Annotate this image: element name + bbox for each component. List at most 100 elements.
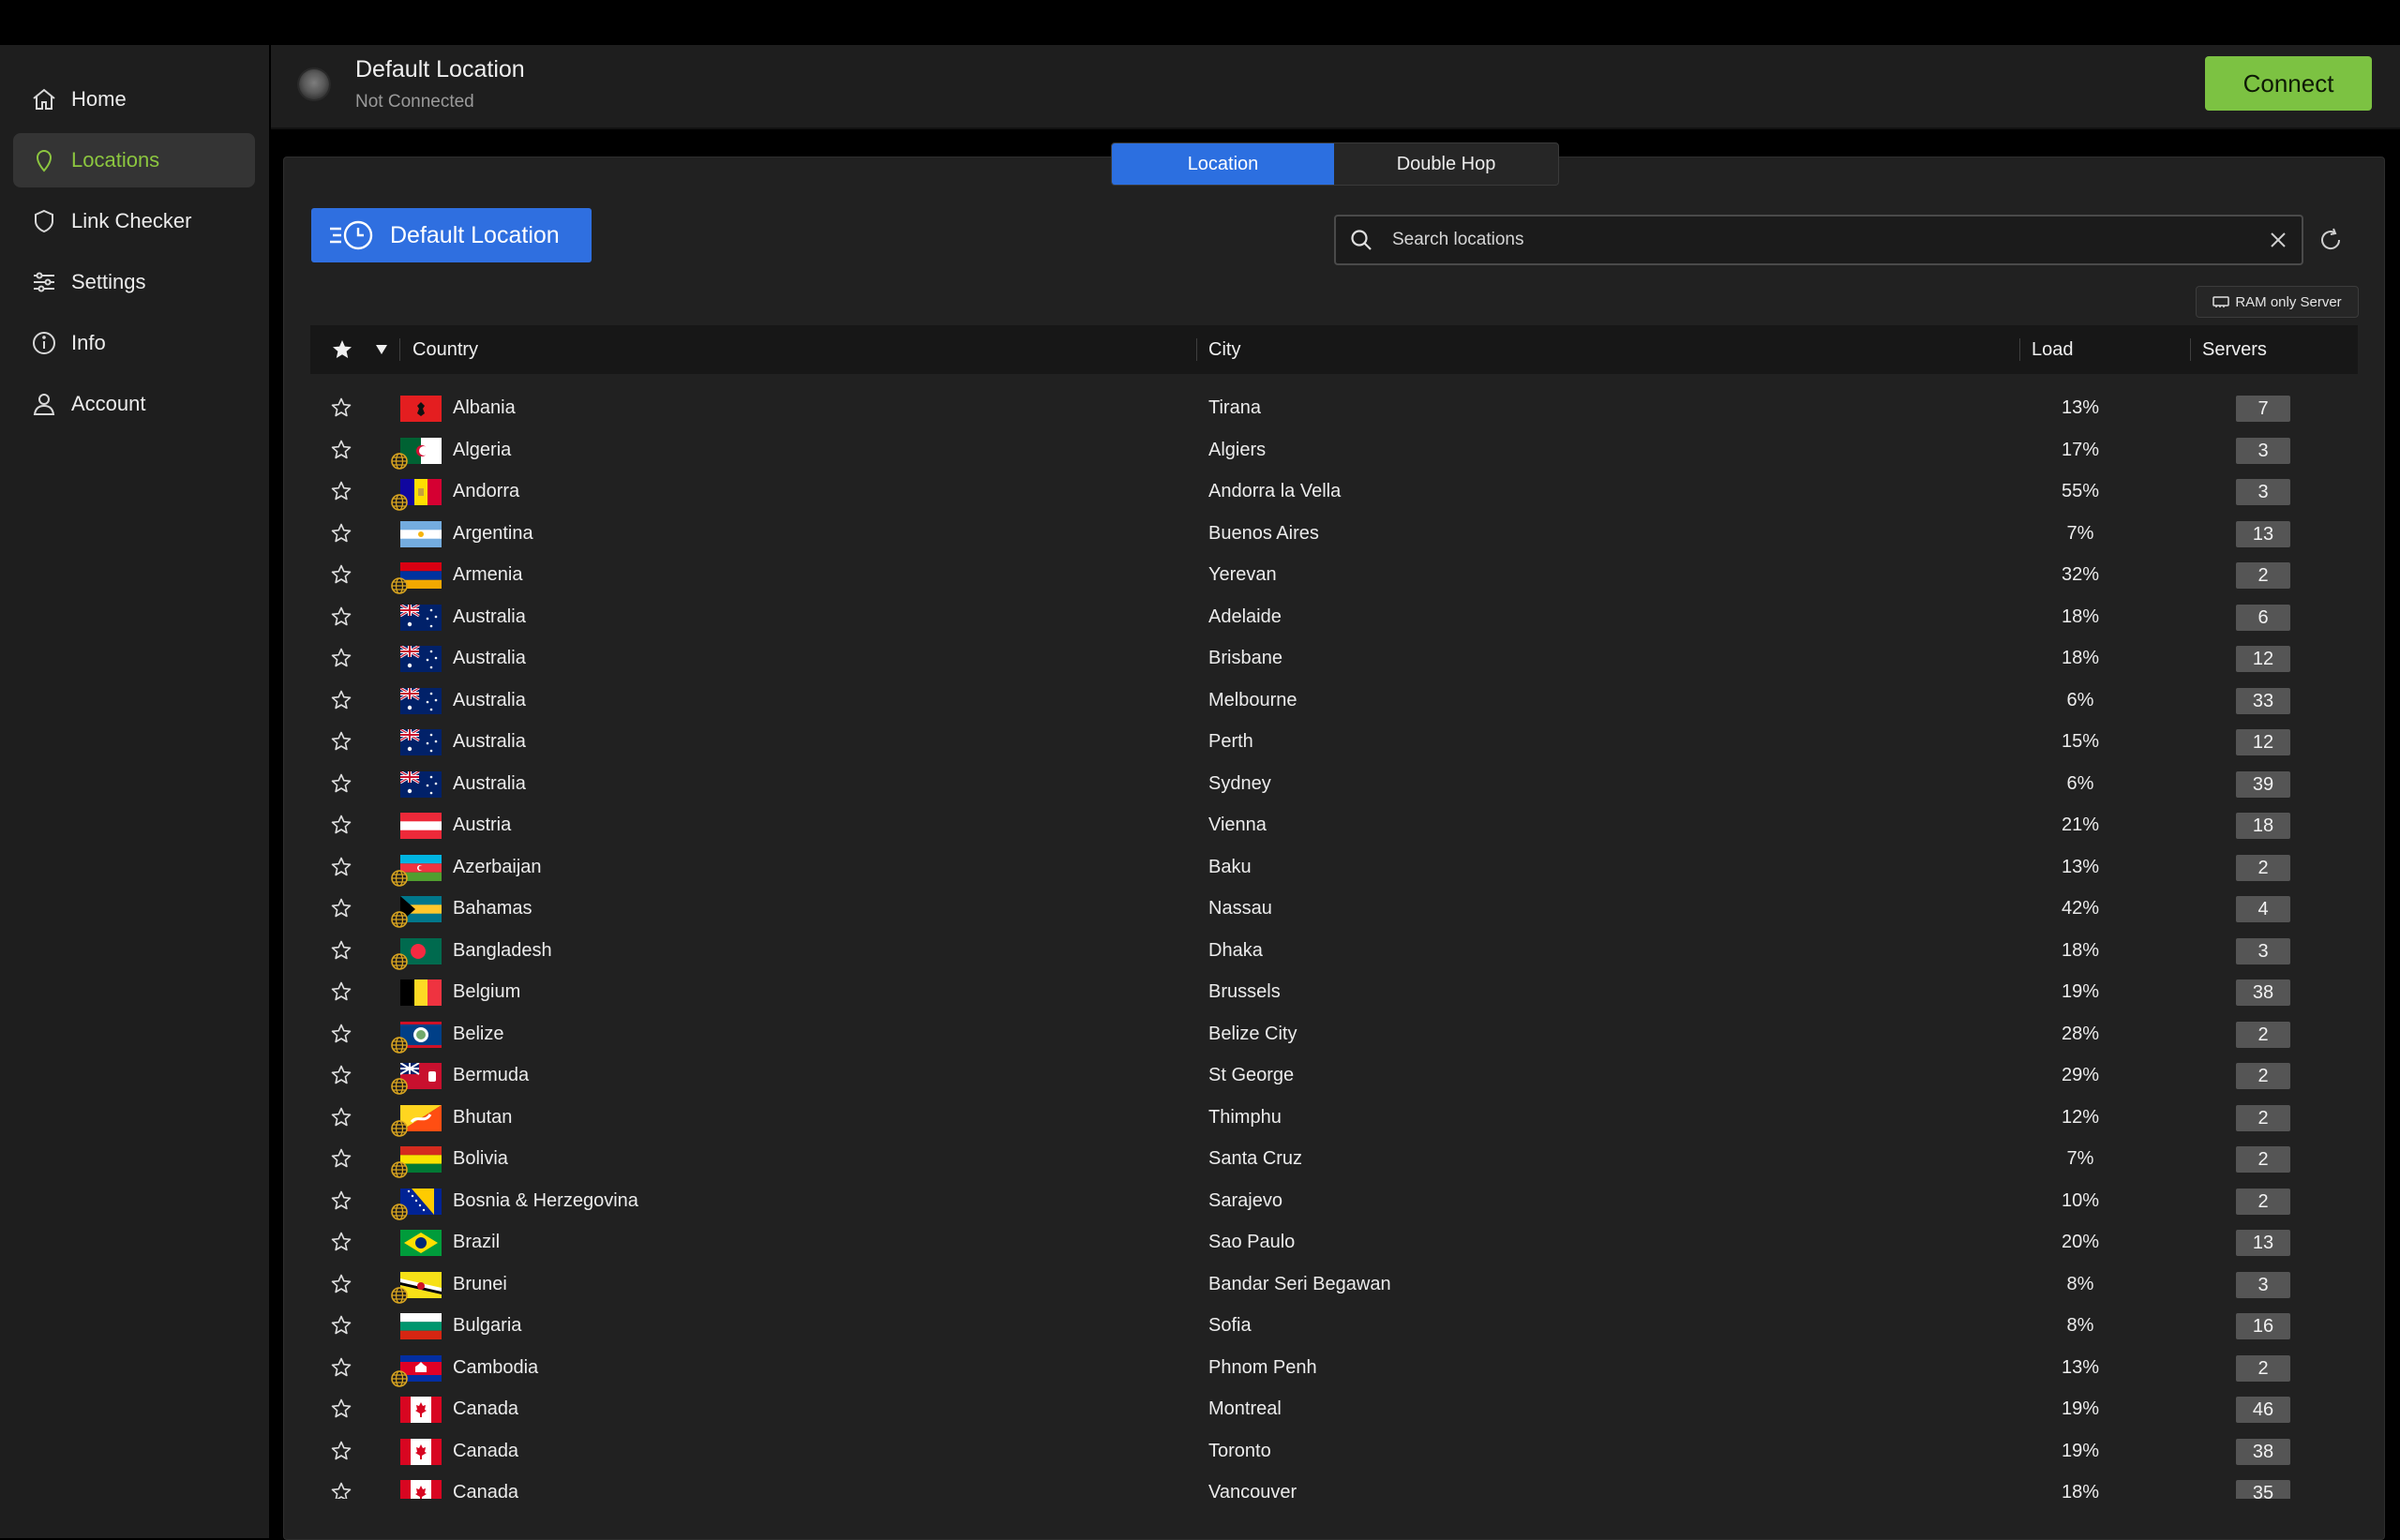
table-row[interactable]: Brunei Bandar Seri Begawan 8% 3 [310, 1263, 2358, 1305]
favorite-star-icon[interactable] [330, 814, 352, 836]
location-pin-icon [30, 146, 58, 174]
country-name: Canada [453, 1398, 519, 1419]
sidebar-item-info[interactable]: Info [13, 316, 255, 370]
clear-search-icon[interactable] [2268, 230, 2288, 250]
sidebar-item-link-checker[interactable]: Link Checker [13, 194, 255, 248]
favorite-star-icon[interactable] [330, 772, 352, 795]
search-box [1334, 215, 2303, 265]
default-location-button[interactable]: Default Location [311, 208, 592, 262]
table-row[interactable]: Albania Tirana 13% 7 [310, 387, 2358, 428]
favorite-star-icon[interactable] [330, 1189, 352, 1212]
city-name: Sarajevo [1208, 1189, 1282, 1211]
table-row[interactable]: Australia Perth 15% 12 [310, 721, 2358, 762]
country-name: Azerbaijan [453, 856, 542, 877]
favorite-star-icon[interactable] [330, 1147, 352, 1170]
load-value: 6% [2066, 772, 2094, 794]
country-name: Australia [453, 606, 526, 627]
table-row[interactable]: Bolivia Santa Cruz 7% 2 [310, 1138, 2358, 1179]
table-row[interactable]: Bahamas Nassau 42% 4 [310, 888, 2358, 929]
table-row[interactable]: Bangladesh Dhaka 18% 3 [310, 930, 2358, 971]
tab-location[interactable]: Location [1112, 143, 1334, 185]
favorite-star-icon[interactable] [330, 1231, 352, 1253]
table-row[interactable]: Australia Melbourne 6% 33 [310, 680, 2358, 721]
city-name: Montreal [1208, 1398, 1282, 1419]
table-row[interactable]: Cambodia Phnom Penh 13% 2 [310, 1347, 2358, 1388]
sidebar-divider [269, 45, 271, 1538]
table-row[interactable]: Austria Vienna 21% 18 [310, 804, 2358, 845]
country-name: Australia [453, 731, 526, 752]
favorite-star-icon[interactable] [330, 1023, 352, 1045]
favorite-star-icon[interactable] [330, 1106, 352, 1129]
table-row[interactable]: Brazil Sao Paulo 20% 13 [310, 1221, 2358, 1263]
table-row[interactable]: Australia Adelaide 18% 6 [310, 596, 2358, 637]
favorite-star-icon[interactable] [330, 980, 352, 1003]
favorites-column-header[interactable] [331, 325, 353, 374]
favorite-star-icon[interactable] [330, 480, 352, 502]
favorite-star-icon[interactable] [330, 1440, 352, 1462]
sidebar-item-home[interactable]: Home [13, 72, 255, 127]
table-row[interactable]: Canada Vancouver 18% 35 [310, 1472, 2358, 1499]
country-column-header[interactable]: Country [412, 325, 478, 374]
table-row[interactable]: Bermuda St George 29% 2 [310, 1054, 2358, 1096]
favorite-star-icon[interactable] [330, 647, 352, 669]
ram-only-server-button[interactable]: RAM only Server [2196, 286, 2359, 318]
server-count-badge: 13 [2236, 1230, 2290, 1256]
favorite-star-icon[interactable] [330, 1481, 352, 1499]
sidebar-item-settings[interactable]: Settings [13, 255, 255, 309]
sidebar-item-label: Home [71, 87, 127, 111]
favorite-star-icon[interactable] [330, 1356, 352, 1379]
favorite-star-icon[interactable] [330, 1064, 352, 1086]
table-row[interactable]: Armenia Yerevan 32% 2 [310, 554, 2358, 595]
sidebar-item-label: Account [71, 392, 146, 415]
load-value: 18% [2061, 1482, 2100, 1499]
country-name: Bosnia & Herzegovina [453, 1189, 638, 1211]
city-column-header[interactable]: City [1208, 325, 1240, 374]
search-input[interactable] [1390, 229, 2268, 251]
sidebar-item-account[interactable]: Account [13, 377, 255, 431]
table-row[interactable]: Australia Sydney 6% 39 [310, 763, 2358, 804]
person-icon [30, 390, 58, 418]
table-row[interactable]: Belize Belize City 28% 2 [310, 1013, 2358, 1054]
favorite-star-icon[interactable] [330, 939, 352, 962]
table-row[interactable]: Algeria Algiers 17% 3 [310, 429, 2358, 471]
load-value: 13% [2061, 856, 2100, 877]
favorite-star-icon[interactable] [330, 856, 352, 878]
albania-flag-icon [400, 396, 442, 422]
server-count-badge: 35 [2236, 1480, 2290, 1499]
table-row[interactable]: Belgium Brussels 19% 38 [310, 971, 2358, 1012]
table-row[interactable]: Andorra Andorra la Vella 55% 3 [310, 471, 2358, 512]
refresh-icon[interactable] [2318, 227, 2344, 253]
country-name: Belgium [453, 981, 521, 1002]
favorite-star-icon[interactable] [330, 522, 352, 545]
favorite-star-icon[interactable] [330, 439, 352, 461]
favorite-star-icon[interactable] [330, 1273, 352, 1295]
city-name: Nassau [1208, 898, 1272, 919]
table-row[interactable]: Azerbaijan Baku 13% 2 [310, 846, 2358, 888]
favorite-star-icon[interactable] [330, 897, 352, 920]
table-row[interactable]: Canada Toronto 19% 38 [310, 1430, 2358, 1472]
favorite-star-icon[interactable] [330, 1314, 352, 1337]
connect-button[interactable]: Connect [2205, 56, 2372, 111]
table-row[interactable]: Canada Montreal 19% 46 [310, 1388, 2358, 1429]
favorite-star-icon[interactable] [330, 606, 352, 628]
favorite-star-icon[interactable] [330, 396, 352, 419]
table-row[interactable]: Argentina Buenos Aires 7% 13 [310, 513, 2358, 554]
bulgaria-flag-icon [400, 1313, 442, 1339]
table-row[interactable]: Bosnia & Herzegovina Sarajevo 10% 2 [310, 1180, 2358, 1221]
city-name: Bandar Seri Begawan [1208, 1273, 1391, 1294]
sidebar-item-locations[interactable]: Locations [13, 133, 255, 187]
favorite-star-icon[interactable] [330, 563, 352, 586]
servers-column-header[interactable]: Servers [2202, 325, 2267, 374]
load-column-header[interactable]: Load [2032, 325, 2074, 374]
tab-double-hop[interactable]: Double Hop [1334, 143, 1558, 185]
favorite-star-icon[interactable] [330, 730, 352, 753]
load-value: 18% [2061, 648, 2100, 668]
table-row[interactable]: Bulgaria Sofia 8% 16 [310, 1305, 2358, 1346]
sort-dropdown-button[interactable] [374, 325, 389, 374]
city-name: Andorra la Vella [1208, 481, 1342, 501]
load-value: 18% [2061, 939, 2100, 961]
table-row[interactable]: Bhutan Thimphu 12% 2 [310, 1097, 2358, 1138]
favorite-star-icon[interactable] [330, 689, 352, 711]
favorite-star-icon[interactable] [330, 1398, 352, 1420]
table-row[interactable]: Australia Brisbane 18% 12 [310, 637, 2358, 679]
